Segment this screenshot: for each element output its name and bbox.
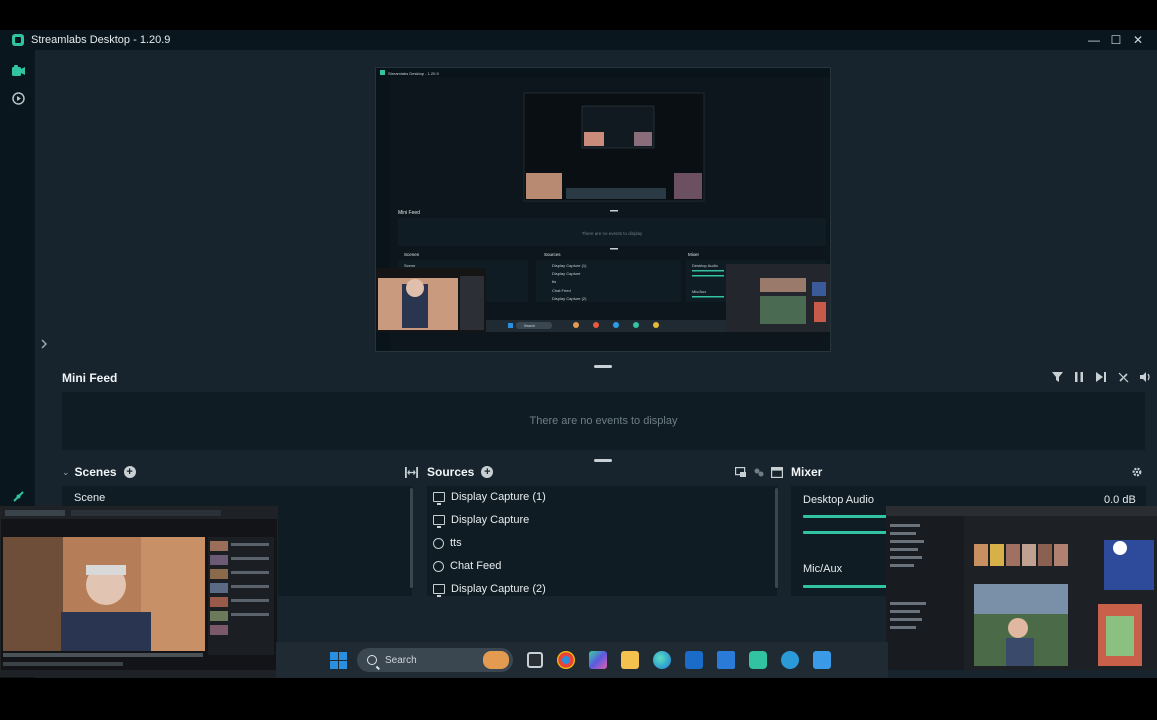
monitor-icon <box>433 584 445 597</box>
inner-mixer-desktop-audio: Desktop Audio <box>692 263 719 268</box>
folder-icon[interactable] <box>621 651 639 669</box>
source-group-icon[interactable] <box>735 465 747 483</box>
screen-capture-overlay <box>886 506 1157 670</box>
volume-icon[interactable] <box>1138 370 1152 384</box>
monitor-icon <box>433 492 445 505</box>
sources-title: Sources <box>427 465 475 479</box>
inner-source-4: Chat Feed <box>552 288 571 293</box>
monitor-icon <box>433 515 445 528</box>
title-bar: Streamlabs Desktop - 1.20.9 — ☐ ✕ <box>0 30 1157 50</box>
chrome-icon[interactable] <box>557 651 575 669</box>
scenes-header: ⌄ Scenes + <box>62 463 418 481</box>
add-scene-button[interactable]: + <box>123 466 136 478</box>
taskbar-search-placeholder: Search <box>385 654 417 666</box>
mixer-title: Mixer <box>791 465 823 479</box>
minimize-button[interactable]: — <box>1083 30 1105 50</box>
mixer-channel-level: 0.0 dB <box>1104 494 1136 506</box>
sources-header: Sources + <box>427 463 784 483</box>
inner-window-title: Streamlabs Desktop - 1.20.9 <box>388 71 439 76</box>
minifeed-empty-text: There are no events to display <box>529 415 678 427</box>
sources-scrollbar[interactable] <box>775 488 778 588</box>
integration-icon[interactable] <box>10 488 26 504</box>
source-label: Chat Feed <box>450 560 502 572</box>
windows-taskbar: Search <box>276 642 888 678</box>
copilot-icon[interactable] <box>589 651 607 669</box>
inner-scenes-title: Scenes <box>404 252 420 257</box>
inner-mixer-mic: Mic/Aux <box>692 289 706 294</box>
mixer-header: Mixer <box>791 463 1147 481</box>
globe-icon <box>433 537 444 549</box>
gear-icon[interactable] <box>1131 465 1143 483</box>
mixer-channel-name: Desktop Audio <box>803 494 874 506</box>
inner-taskbar-search: Search <box>524 324 535 328</box>
edge-icon[interactable] <box>653 651 671 669</box>
minifeed-toolbar <box>1050 370 1152 384</box>
mixer-channel-name: Mic/Aux <box>803 563 843 575</box>
taskbar-search[interactable]: Search <box>357 648 513 672</box>
scene-transitions-icon[interactable] <box>405 465 418 483</box>
add-source-button[interactable]: + <box>481 466 494 478</box>
preview-area: Streamlabs Desktop - 1.20.9 Mini Feed Th… <box>36 50 1157 358</box>
source-properties-icon[interactable] <box>771 465 784 483</box>
stream-preview[interactable]: Streamlabs Desktop - 1.20.9 Mini Feed Th… <box>375 67 831 352</box>
top-letterbox <box>0 0 1157 30</box>
search-highlight-icon <box>483 651 509 669</box>
minifeed-title: Mini Feed <box>62 371 118 385</box>
inner-scene-item: Scene <box>404 263 416 268</box>
webcam-overlay <box>0 506 278 677</box>
pause-icon[interactable] <box>1072 370 1086 384</box>
window-title: Streamlabs Desktop - 1.20.9 <box>31 34 171 46</box>
mute-alerts-icon[interactable] <box>1116 370 1130 384</box>
streamlabs-logo-icon <box>12 34 24 46</box>
bottom-letterbox <box>0 678 1157 720</box>
volume-meter <box>803 585 887 588</box>
source-item[interactable]: Chat Feed <box>433 556 501 576</box>
inner-source-3: tts <box>552 279 556 284</box>
scenes-scrollbar[interactable] <box>410 488 413 588</box>
file-explorer-icon[interactable] <box>527 652 543 668</box>
maximize-button[interactable]: ☐ <box>1105 30 1127 50</box>
sources-toolbar <box>735 465 784 483</box>
skip-icon[interactable] <box>1094 370 1108 384</box>
chevron-down-icon[interactable]: ⌄ <box>62 467 70 478</box>
close-button[interactable]: ✕ <box>1127 30 1149 50</box>
inner-sources-title: Sources <box>544 252 561 257</box>
source-item[interactable]: Display Capture (2) <box>433 579 546 599</box>
photos-icon[interactable] <box>813 651 831 669</box>
inner-mixer-title: Mixer <box>688 252 700 257</box>
source-item[interactable]: Display Capture (1) <box>433 487 546 507</box>
source-label: Display Capture (2) <box>451 583 546 595</box>
chevron-right-icon[interactable] <box>40 338 48 352</box>
volume-meter <box>803 531 887 534</box>
source-visibility-icon[interactable] <box>753 465 765 483</box>
editor-icon[interactable] <box>10 63 26 79</box>
windows-start-icon[interactable] <box>330 651 347 669</box>
inner-empty-text: There are no events to display <box>582 231 643 236</box>
telegram-icon[interactable] <box>781 651 799 669</box>
globe-icon <box>433 560 444 572</box>
source-label: Display Capture <box>451 514 530 526</box>
source-item[interactable]: Display Capture <box>433 510 529 530</box>
inner-minifeed-title: Mini Feed <box>398 210 420 216</box>
minifeed-event-list: There are no events to display <box>62 392 1145 450</box>
search-icon <box>367 655 377 665</box>
inner-source-2: Display Capture <box>552 271 581 276</box>
filter-icon[interactable] <box>1050 370 1064 384</box>
outlook-icon[interactable] <box>685 651 703 669</box>
inner-source-1: Display Capture (1) <box>552 263 587 268</box>
volume-meter <box>803 515 887 518</box>
source-label: tts <box>450 537 462 549</box>
scene-item[interactable]: Scene <box>74 488 105 508</box>
inner-source-5: Display Capture (2) <box>552 296 587 301</box>
store-icon[interactable] <box>717 651 735 669</box>
source-item[interactable]: tts <box>433 533 462 553</box>
streamlabs-icon[interactable] <box>749 651 767 669</box>
play-icon[interactable] <box>10 90 26 106</box>
minifeed-header: Mini Feed <box>62 368 1152 388</box>
window-controls: — ☐ ✕ <box>1083 30 1149 50</box>
source-label: Display Capture (1) <box>451 491 546 503</box>
panel-resize-handle[interactable] <box>594 459 612 462</box>
scenes-title: Scenes <box>74 465 117 479</box>
